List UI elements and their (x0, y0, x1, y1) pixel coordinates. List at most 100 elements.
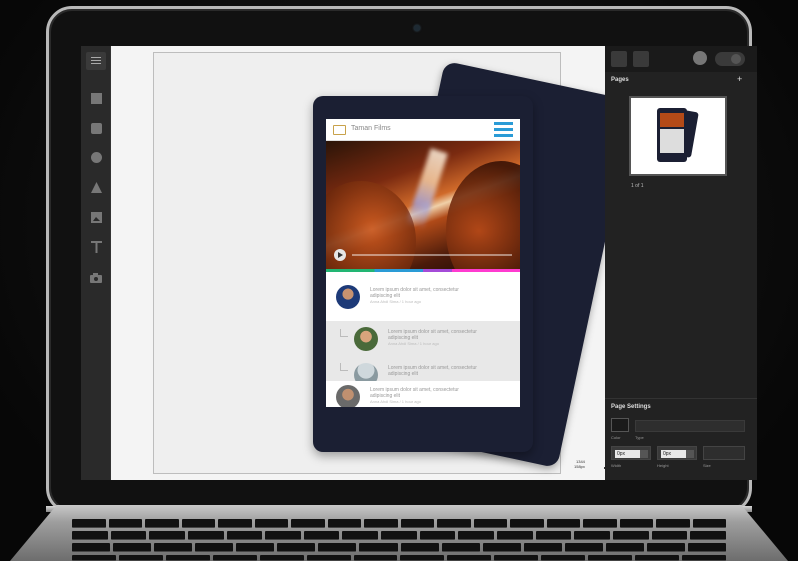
tablet-mockup-front[interactable]: Taman Films Lorem ipsum dolor sit amet, … (313, 96, 533, 452)
right-panel: Pages + 1 of 1 Page Settings Color Type … (605, 46, 757, 480)
height-stepper-icon[interactable] (686, 450, 694, 458)
height-field[interactable]: 0px (657, 446, 697, 460)
post-meta: Anna Ahdi Sima / 1 hour ago (388, 341, 439, 346)
webcam (414, 25, 420, 31)
width-stepper-icon[interactable] (640, 450, 648, 458)
size-label: Size (703, 463, 711, 468)
keyboard-key (359, 543, 398, 552)
keyboard-key (494, 555, 539, 561)
keyboard-key (523, 543, 562, 552)
keyboard-key (154, 543, 193, 552)
keyboard-key (236, 543, 275, 552)
avatar (354, 327, 378, 351)
list-item[interactable]: Lorem ipsum dolor sit amet, consectetur … (326, 275, 520, 321)
left-toolbar (81, 46, 111, 480)
keyboard-key (546, 519, 580, 528)
reply-indent-mark (340, 363, 348, 371)
keyboard-key (306, 555, 351, 561)
keyboard-key (226, 531, 263, 540)
width-value[interactable]: 0px (615, 450, 641, 458)
keyboard-key (108, 519, 142, 528)
keyboard-key (605, 543, 644, 552)
keyboard-key (318, 543, 357, 552)
post-meta: Anna Ahdi Sima / 1 hour ago (370, 299, 421, 304)
width-label: Width (611, 463, 622, 468)
keyboard-key (588, 555, 633, 561)
keyboard-key (327, 519, 361, 528)
keyboard-key (574, 531, 610, 540)
keyboard-key (187, 531, 224, 540)
keyboard-key (656, 519, 690, 528)
height-value[interactable]: 0px (661, 450, 687, 458)
page-count: 1 of 1 (631, 183, 644, 189)
list-item[interactable]: Lorem ipsum dolor sit amet, consectetur … (326, 381, 520, 407)
keyboard-key (612, 531, 649, 540)
page-color-swatch[interactable] (611, 418, 629, 432)
keyboard-key (303, 531, 340, 540)
keyboard-key (72, 519, 106, 528)
user-avatar[interactable] (693, 51, 707, 65)
keyboard-key (419, 531, 456, 540)
size-select[interactable] (703, 446, 745, 460)
text-icon[interactable] (90, 241, 102, 253)
keyboard-key (118, 555, 163, 561)
keyboard-key (254, 519, 288, 528)
list-view-button[interactable] (633, 51, 649, 67)
image-icon[interactable] (90, 211, 102, 223)
keyboard-key (482, 543, 521, 552)
keyboard-key (364, 519, 398, 528)
avatar (336, 385, 360, 407)
pages-heading: Pages (611, 77, 629, 83)
keyboard-key (687, 543, 726, 552)
keyboard-key (651, 531, 688, 540)
post-meta: Anna Ahdi Sima / 1 hour ago (370, 399, 421, 404)
keyboard-key (400, 555, 445, 561)
list-item[interactable]: Lorem ipsum dolor sit amet, consectetur … (326, 359, 520, 381)
keyboard-key (212, 555, 257, 561)
play-icon[interactable] (334, 249, 346, 261)
keyboard-key (681, 555, 726, 561)
app-screen: Taman Films Lorem ipsum dolor sit amet, … (326, 119, 520, 407)
width-field[interactable]: 0px (611, 446, 651, 460)
page-thumbnail[interactable] (629, 96, 727, 176)
keyboard-key (690, 531, 726, 540)
keyboard-key (72, 531, 108, 540)
keyboard-key (458, 531, 495, 540)
keyboard-key (619, 519, 653, 528)
keyboard-key (646, 543, 685, 552)
hamburger-menu-icon[interactable] (494, 122, 513, 138)
rounded-rectangle-icon[interactable] (90, 122, 102, 134)
keyboard-key (72, 543, 111, 552)
list-item[interactable]: Lorem ipsum dolor sit amet, consectetur … (326, 321, 520, 359)
canvas-size-readout: 1344 158px (574, 459, 585, 469)
editor-screen: Taman Films Lorem ipsum dolor sit amet, … (81, 46, 757, 480)
keyboard-key (564, 543, 603, 552)
page-type-select[interactable] (635, 420, 745, 432)
keyboard-key (692, 519, 726, 528)
triangle-icon[interactable] (90, 181, 102, 193)
camera-icon[interactable] (90, 272, 102, 284)
video-progress-track[interactable] (352, 254, 512, 256)
keyboard-key (113, 543, 152, 552)
canvas-size-unit: 158px (574, 464, 585, 469)
keyboard-key (291, 519, 325, 528)
keyboard-key (342, 531, 379, 540)
color-label: Color (611, 435, 621, 440)
preview-toggle[interactable] (715, 52, 745, 66)
grid-view-button[interactable] (611, 51, 627, 67)
rectangle-icon[interactable] (90, 92, 102, 104)
post-text: adipiscing elit (388, 371, 419, 377)
menu-icon[interactable] (86, 52, 106, 70)
keyboard-key (381, 531, 417, 540)
keyboard-key (583, 519, 617, 528)
add-page-button[interactable]: + (737, 74, 742, 84)
laptop-scene: Taman Films Lorem ipsum dolor sit amet, … (0, 0, 798, 561)
artboard[interactable]: Taman Films Lorem ipsum dolor sit amet, … (153, 52, 635, 474)
keyboard-key (497, 531, 533, 540)
color-accent-bar (326, 269, 520, 272)
circle-icon[interactable] (90, 151, 102, 163)
keyboard-key (265, 531, 301, 540)
right-panel-header (605, 46, 757, 72)
keyboard-key (165, 555, 210, 561)
design-canvas[interactable]: Taman Films Lorem ipsum dolor sit amet, … (111, 46, 635, 480)
